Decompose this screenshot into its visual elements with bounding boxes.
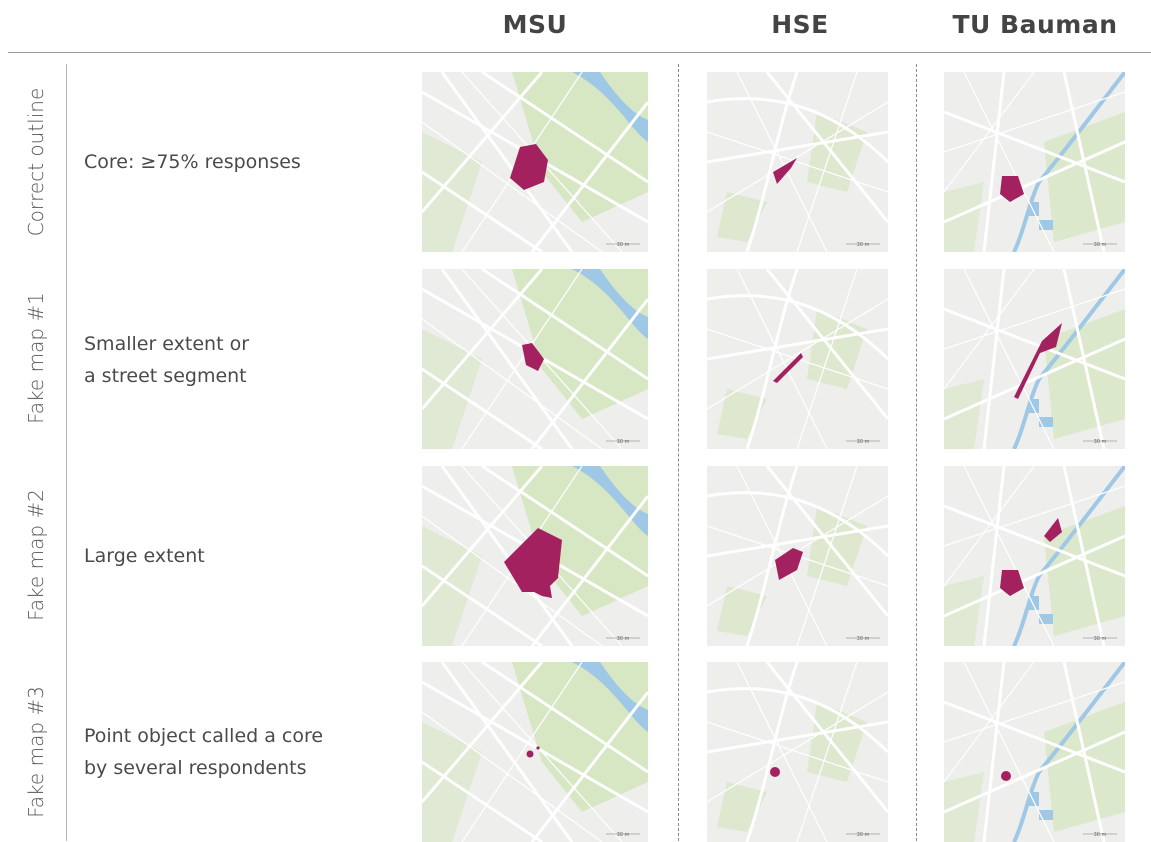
scale-label: 30 m <box>1094 242 1107 248</box>
row-label-fake-map-3: Fake map #3 <box>24 686 48 818</box>
row-label-divider <box>66 64 67 841</box>
row-label-fake-map-1: Fake map #1 <box>24 292 48 424</box>
map-msu-row-4: 30 m <box>422 662 648 842</box>
scale-label: 30 m <box>1094 636 1107 642</box>
scale-label: 30 m <box>857 636 870 642</box>
scale-label: 30 m <box>1094 832 1107 838</box>
scale-label: 30 m <box>617 636 630 642</box>
column-header-msu: MSU <box>502 10 568 39</box>
scale-label: 30 m <box>857 439 870 445</box>
column-separator-1 <box>678 64 679 841</box>
core-overlay <box>770 767 780 777</box>
column-separator-2 <box>916 64 917 841</box>
row-label-fake-map-2: Fake map #2 <box>24 489 48 621</box>
column-header-hse: HSE <box>771 10 829 39</box>
map-hse-row-2: 30 m <box>707 269 888 449</box>
scale-label: 30 m <box>857 832 870 838</box>
map-tu-bauman-row-3: 30 m <box>944 466 1125 646</box>
row-description-fake-map-1: Smaller extent or a street segment <box>84 333 250 387</box>
row-label-correct-outline: Correct outline <box>24 87 48 237</box>
header-divider <box>8 52 1151 53</box>
map-msu-row-1: 30 m <box>422 72 648 252</box>
scale-label: 30 m <box>1094 439 1107 445</box>
row-description-fake-map-2: Large extent <box>84 545 205 567</box>
scale-label: 30 m <box>617 439 630 445</box>
map-hse-row-1: 30 m <box>707 72 888 252</box>
map-msu-row-2: 30 m <box>422 269 648 449</box>
core-overlay <box>1001 771 1011 781</box>
map-tu-bauman-row-1: 30 m <box>944 72 1125 252</box>
scale-label: 30 m <box>617 242 630 248</box>
map-hse-row-4: 30 m <box>707 662 888 842</box>
map-tu-bauman-row-2: 30 m <box>944 269 1125 449</box>
row-description-correct-outline: Core: ≥75% responses <box>84 151 301 173</box>
map-tu-bauman-row-4: 30 m <box>944 662 1125 842</box>
map-hse-row-3: 30 m <box>707 466 888 646</box>
scale-label: 30 m <box>857 242 870 248</box>
row-description-fake-map-3: Point object called a core by several re… <box>84 725 324 779</box>
column-header-tu-bauman: TU Bauman <box>952 10 1118 39</box>
scale-label: 30 m <box>617 832 630 838</box>
map-msu-row-3: 30 m <box>422 466 648 646</box>
